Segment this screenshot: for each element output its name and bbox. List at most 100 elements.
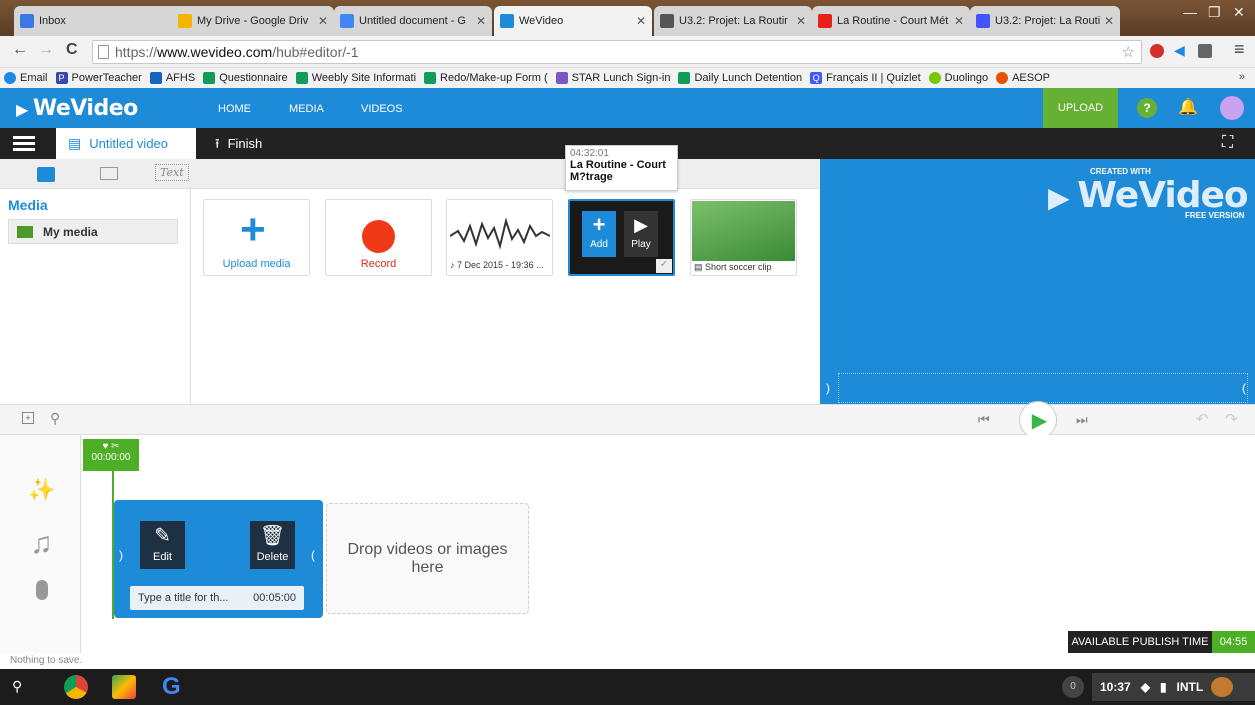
fullscreen-icon[interactable]: ⛶	[1222, 134, 1233, 152]
clip-right-handle[interactable]: (	[311, 548, 315, 562]
bookmark-lunch-detention[interactable]: Daily Lunch Detention	[678, 72, 802, 84]
google-icon[interactable]: G	[162, 673, 181, 701]
minimize-icon[interactable]: —	[1183, 4, 1197, 20]
music-note-icon[interactable]: ♫	[30, 527, 53, 561]
bookmark-label: AFHS	[165, 72, 196, 84]
delete-button[interactable]: 🗑 Delete	[250, 521, 295, 569]
bookmark-label: Weebly Site Informati	[311, 72, 417, 84]
status-tray[interactable]: 10:37 ◆ ▮ INTL	[1092, 673, 1255, 701]
reload-icon[interactable]: C	[66, 41, 78, 59]
window-close-icon[interactable]: ✕	[1233, 4, 1245, 21]
forward-icon[interactable]: →	[38, 41, 54, 59]
skip-back-icon[interactable]: ⏮	[978, 412, 990, 428]
avatar[interactable]	[1220, 96, 1244, 120]
drop-zone[interactable]: Drop videos or images here	[326, 503, 529, 614]
soccer-caption: ▤ Short soccer clip	[694, 262, 772, 272]
back-icon[interactable]: ←	[12, 41, 28, 59]
soccer-clip-tile[interactable]: ▤ Short soccer clip	[690, 199, 797, 276]
nav-videos[interactable]: VIDEOS	[361, 103, 403, 115]
my-media-item[interactable]: My media	[8, 219, 178, 244]
bookmark-weebly[interactable]: Weebly Site Informati	[295, 72, 417, 84]
bookmark-afhs[interactable]: AFHS	[149, 72, 196, 84]
url-input[interactable]: https://www.wevideo.com/hub#editor/-1 ☆	[92, 40, 1142, 64]
magic-wand-icon[interactable]: ✨	[28, 477, 55, 503]
tooltip-time: 04:32:01	[570, 148, 609, 159]
close-icon[interactable]: ✕	[636, 14, 646, 28]
address-bar: ← → C https://www.wevideo.com/hub#editor…	[0, 36, 1255, 68]
playhead[interactable]: ♥ ✂ 00:00:00	[83, 439, 139, 471]
bookmark-star-lunch[interactable]: STAR Lunch Sign-in	[555, 72, 670, 84]
tab-google-drive[interactable]: My Drive - Google Driv ✕	[172, 6, 334, 36]
microphone-icon[interactable]	[36, 580, 48, 600]
bookmark-duolingo[interactable]: Duolingo	[928, 72, 988, 84]
record-tile[interactable]: Record	[325, 199, 432, 276]
more-bookmarks-icon[interactable]: »	[1239, 71, 1245, 83]
trim-left-handle[interactable]: )	[826, 381, 830, 395]
help-icon[interactable]: ?	[1137, 98, 1157, 118]
trim-right-handle[interactable]: (	[1242, 381, 1246, 395]
menu-icon[interactable]: ≡	[1234, 39, 1245, 60]
play-pause-button[interactable]: ▶	[1019, 401, 1057, 439]
publish-time-value: 04:55	[1212, 631, 1255, 653]
soccer-clip-label: Short soccer clip	[705, 262, 772, 272]
upload-button[interactable]: UPLOAD	[1043, 88, 1118, 128]
collapse-icon[interactable]: +	[22, 412, 34, 424]
bookmark-email[interactable]: Email	[4, 72, 48, 84]
nav-media[interactable]: MEDIA	[289, 103, 324, 115]
bookmark-label: AESOP	[1012, 72, 1050, 84]
tab-youtube[interactable]: La Routine - Court Mét ✕	[812, 6, 970, 36]
notification-count[interactable]: 0	[1062, 676, 1084, 698]
soccer-thumbnail	[692, 201, 795, 261]
star-icon[interactable]: ☆	[1122, 43, 1135, 61]
add-button[interactable]: + Add	[582, 211, 616, 257]
clip-left-handle[interactable]: )	[119, 548, 123, 562]
bookmark-quizlet[interactable]: Q Français II | Quizlet	[810, 72, 921, 84]
search-icon[interactable]: ⚲	[12, 678, 22, 695]
project-title-tab[interactable]: ▤ Untitled video	[56, 128, 196, 159]
clip-title-field[interactable]: Type a title for th... 00:05:00	[130, 586, 304, 610]
tab-untitled-document[interactable]: Untitled document - G ✕	[334, 6, 492, 36]
drive-icon	[178, 14, 192, 28]
tab-projet-2[interactable]: U3.2: Projet: La Routir ✕	[970, 6, 1120, 36]
edit-button[interactable]: ✎ Edit	[140, 521, 185, 569]
bookmark-aesop[interactable]: AESOP	[996, 72, 1050, 84]
extension-icon[interactable]	[1150, 44, 1164, 58]
redo-icon[interactable]: ↷	[1225, 410, 1238, 428]
title-clip[interactable]: ) ( ✎ Edit 🗑 Delete Type a title for th.…	[114, 500, 323, 618]
globe-icon	[4, 72, 16, 84]
bell-icon[interactable]: 🔔	[1178, 97, 1198, 117]
play-button[interactable]: ▶ Play	[624, 211, 658, 257]
announce-icon[interactable]: ◀	[1174, 42, 1185, 59]
extension-icon[interactable]	[1198, 44, 1212, 58]
transitions-icon[interactable]	[100, 167, 118, 180]
audio-clip-tile[interactable]: ♪ 7 Dec 2015 - 19:36 ...	[446, 199, 553, 276]
skip-forward-icon[interactable]: ⏭	[1076, 412, 1088, 428]
close-icon[interactable]: ✕	[476, 14, 486, 28]
tab-wevideo[interactable]: WeVideo ✕	[494, 6, 652, 36]
bookmark-redo-form[interactable]: Redo/Make-up Form (	[424, 72, 548, 84]
finish-button[interactable]: ⭱ Finish	[215, 135, 262, 157]
bookmark-powerteacher[interactable]: P PowerTeacher	[55, 72, 142, 84]
media-folder-icon[interactable]	[37, 167, 55, 182]
undo-icon[interactable]: ↶	[1196, 410, 1209, 428]
tab-inbox[interactable]: Inbox ✕	[14, 6, 192, 36]
text-tab[interactable]: Text	[155, 164, 189, 181]
close-icon[interactable]: ✕	[796, 14, 806, 28]
tab-label: Untitled document - G	[359, 15, 466, 27]
upload-media-tile[interactable]: + Upload media	[203, 199, 310, 276]
close-icon[interactable]: ✕	[318, 14, 328, 28]
maps-icon[interactable]	[112, 675, 136, 699]
restore-icon[interactable]: ❐	[1208, 4, 1221, 21]
la-routine-clip-tile[interactable]: + Add ▶ Play ✓	[568, 199, 675, 276]
wevideo-logo[interactable]: ▶ WeVideo	[16, 96, 138, 121]
close-icon[interactable]: ✕	[954, 14, 964, 28]
trim-bar[interactable]	[838, 373, 1248, 403]
video-preview[interactable]: CREATED WITH ▶ WeVideo FREE VERSION ) (	[820, 159, 1255, 404]
bookmark-questionnaire[interactable]: Questionnaire	[203, 72, 288, 84]
tab-projet-1[interactable]: U3.2: Projet: La Routir ✕	[654, 6, 812, 36]
close-icon[interactable]: ✕	[1104, 14, 1114, 28]
zoom-icon[interactable]: ⚲	[50, 410, 60, 427]
hamburger-menu-icon[interactable]	[13, 136, 35, 152]
chrome-icon[interactable]	[64, 675, 88, 699]
nav-home[interactable]: HOME	[218, 103, 251, 115]
